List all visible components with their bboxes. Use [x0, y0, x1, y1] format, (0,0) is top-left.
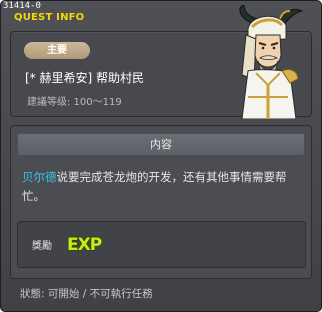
- quest-info-window: 31414-0 QUEST INFO 主要 [* 赫里希安] 帮助村民 建議等级…: [0, 0, 322, 312]
- content-header: 内容: [18, 134, 304, 155]
- exp-icon: EXP: [66, 234, 103, 255]
- reward-box: 獎勵 EXP: [17, 221, 306, 268]
- quest-description: 贝尔德说要完成苍龙炮的开发，还有其他事情需要帮忙。: [22, 168, 304, 206]
- quest-type-badge: 主要: [24, 42, 90, 59]
- quest-level-requirement: 建議等级: 100～119: [27, 97, 122, 108]
- quest-id-label: 31414-0: [3, 1, 41, 11]
- quest-description-text: 说要完成苍龙炮的开发，还有其他事情需要帮忙。: [22, 170, 287, 203]
- window-title: QUEST INFO: [14, 12, 85, 23]
- quest-status: 狀態: 可開始 / 不可執行任務: [20, 288, 153, 300]
- reward-label: 獎勵: [32, 241, 52, 252]
- quest-name: [* 赫里希安] 帮助村民: [25, 71, 144, 85]
- npc-portrait: [239, 5, 304, 119]
- quest-content-panel: 内容 贝尔德说要完成苍龙炮的开发，还有其他事情需要帮忙。 獎勵 EXP: [10, 125, 312, 279]
- npc-name-link[interactable]: 贝尔德: [22, 170, 57, 184]
- exp-icon-text: EXP: [67, 235, 102, 255]
